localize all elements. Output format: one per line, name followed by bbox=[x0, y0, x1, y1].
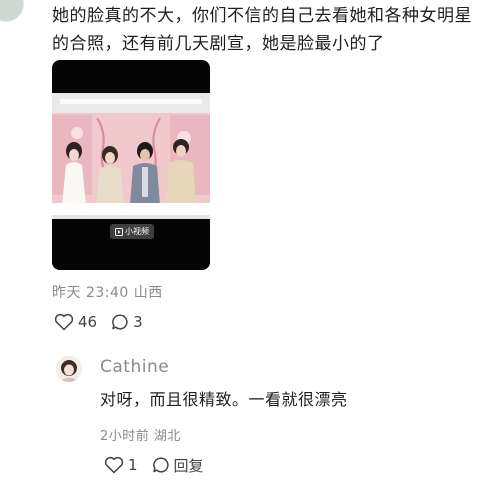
reply-meta: 2小时前 湖北 bbox=[100, 429, 181, 444]
like-count: 46 bbox=[78, 313, 98, 331]
comment-button[interactable]: 3 bbox=[111, 313, 143, 331]
comment-text-line-1: 她的脸真的不大，你们不信的自己去看她和各种女明星 bbox=[52, 6, 472, 26]
reply-avatar-image bbox=[56, 356, 82, 382]
reply-author[interactable]: Cathine bbox=[100, 357, 169, 377]
reply-avatar[interactable] bbox=[56, 356, 82, 382]
like-button[interactable]: 46 bbox=[54, 313, 97, 331]
reply-reply-button[interactable]: 回复 bbox=[152, 455, 204, 476]
reply-actions: 1 回复 bbox=[104, 455, 204, 475]
heart-icon bbox=[54, 313, 74, 331]
comment-actions: 46 3 bbox=[54, 312, 143, 332]
comment-body: 她的脸真的不大，你们不信的自己去看她和各种女明星 的合照，还有前几天剧宣，她是脸… bbox=[52, 2, 492, 58]
heart-icon bbox=[104, 456, 124, 474]
play-video-icon bbox=[115, 227, 123, 236]
comment-text-line-2: 的合照，还有前几天剧宣，她是脸最小的了 bbox=[52, 34, 385, 54]
video-thumbnail[interactable]: 小视频 bbox=[52, 60, 210, 270]
reply-like-button[interactable]: 1 bbox=[104, 456, 138, 474]
reply-body: 对呀，而且很精致。一看就很漂亮 bbox=[100, 390, 348, 409]
comment-meta: 昨天 23:40 山西 bbox=[52, 285, 163, 301]
video-play-badge[interactable]: 小视频 bbox=[110, 224, 154, 239]
comment-count: 3 bbox=[133, 313, 143, 331]
reply-label: 回复 bbox=[173, 456, 204, 475]
comment-bubble-icon bbox=[112, 314, 128, 330]
commenter-avatar[interactable] bbox=[0, 0, 24, 22]
reply-like-count: 1 bbox=[128, 456, 138, 474]
video-frame-image bbox=[52, 93, 210, 270]
comment-bubble-icon bbox=[152, 457, 169, 473]
video-badge-label: 小视频 bbox=[125, 227, 149, 236]
